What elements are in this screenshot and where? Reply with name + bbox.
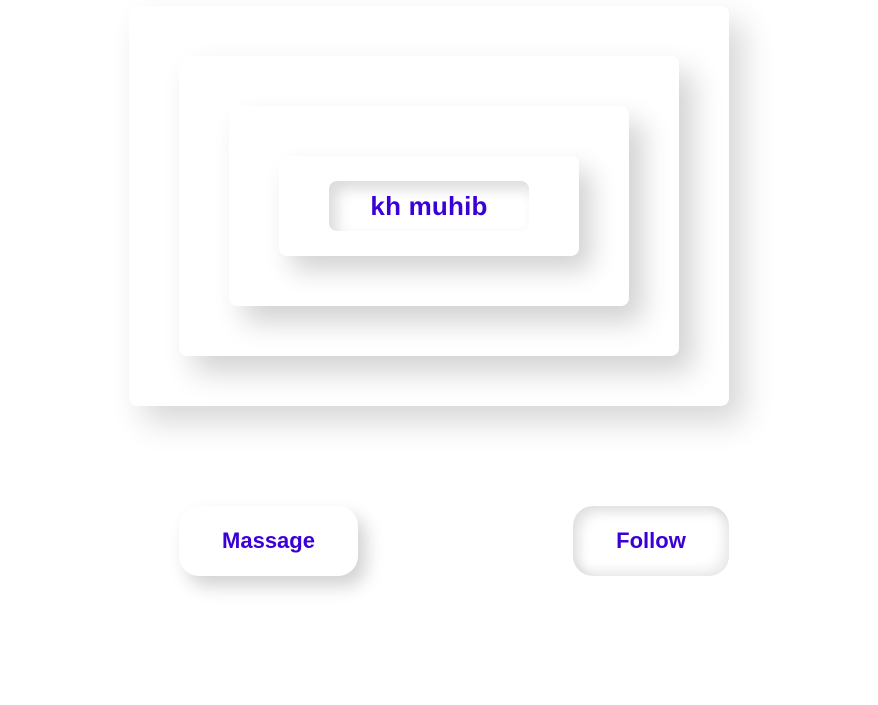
name-plate: kh muhib: [329, 181, 529, 231]
profile-name: kh muhib: [370, 190, 488, 221]
page-stage: kh muhib Massage Follow: [0, 0, 878, 705]
message-button[interactable]: Massage: [179, 506, 358, 576]
follow-button[interactable]: Follow: [573, 506, 729, 576]
